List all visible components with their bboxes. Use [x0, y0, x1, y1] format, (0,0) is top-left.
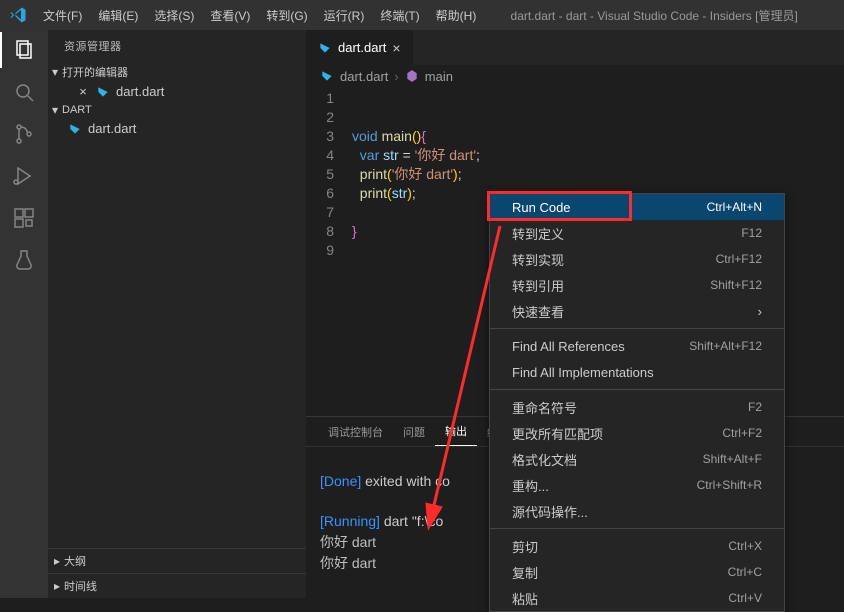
context-menu-shortcut: Ctrl+F12 — [716, 252, 762, 266]
chevron-right-icon — [54, 554, 60, 568]
menu-terminal[interactable]: 终端(T) — [372, 1, 427, 30]
open-editor-item[interactable]: × dart.dart — [48, 82, 306, 101]
sidebar-title: 资源管理器 — [48, 30, 306, 62]
chevron-right-icon: › — [394, 69, 398, 84]
context-menu-shortcut: Ctrl+Alt+N — [707, 200, 762, 214]
context-menu-label: 转到定义 — [512, 224, 564, 243]
context-menu-shortcut: Shift+Alt+F12 — [689, 339, 762, 353]
context-menu-label: 粘贴 — [512, 589, 538, 608]
context-menu-shortcut: F12 — [741, 226, 762, 240]
tab-bar: dart.dart × — [306, 30, 844, 65]
open-editors-section[interactable]: 打开的编辑器 — [48, 62, 306, 82]
vscode-logo-icon — [0, 6, 35, 24]
outline-section[interactable]: 大纲 — [48, 548, 306, 573]
search-icon[interactable] — [12, 80, 36, 104]
context-menu-item[interactable]: 转到定义 F12 — [490, 220, 784, 246]
context-menu-item[interactable]: 更改所有匹配项 Ctrl+F2 — [490, 420, 784, 446]
context-menu-separator — [490, 389, 784, 390]
context-menu: Run Code Ctrl+Alt+N 转到定义 F12 转到实现 Ctrl+F12 转到引… — [489, 193, 785, 612]
context-menu-shortcut: Ctrl+C — [728, 565, 762, 579]
context-menu-shortcut: Ctrl+V — [728, 591, 762, 605]
title-bar: 文件(F) 编辑(E) 选择(S) 查看(V) 转到(G) 运行(R) 终端(T… — [0, 0, 844, 30]
dart-file-icon — [318, 41, 332, 55]
context-menu-label: 转到实现 — [512, 250, 564, 269]
chevron-right-icon: › — [758, 304, 762, 319]
dart-file-icon — [320, 69, 334, 83]
context-menu-label: Find All References — [512, 339, 625, 354]
sidebar: 资源管理器 打开的编辑器 × dart.dart DART dart.dart … — [48, 30, 306, 598]
context-menu-shortcut: F2 — [748, 400, 762, 414]
line-gutter: 1 2 3 4 5 6 7 8 9 — [306, 89, 352, 416]
dart-file-icon — [96, 85, 110, 99]
menu-run[interactable]: 运行(R) — [316, 1, 373, 30]
context-menu-label: 转到引用 — [512, 276, 564, 295]
menu-view[interactable]: 查看(V) — [202, 1, 258, 30]
extensions-icon[interactable] — [12, 206, 36, 230]
context-menu-item[interactable]: 复制 Ctrl+C — [490, 559, 784, 585]
context-menu-item[interactable]: 格式化文档 Shift+Alt+F — [490, 446, 784, 472]
context-menu-item[interactable]: 转到实现 Ctrl+F12 — [490, 246, 784, 272]
close-icon[interactable]: × — [76, 84, 90, 99]
close-tab-icon[interactable]: × — [392, 40, 400, 56]
context-menu-item[interactable]: 粘贴 Ctrl+V — [490, 585, 784, 611]
context-menu-item[interactable]: 转到引用 Shift+F12 — [490, 272, 784, 298]
context-menu-separator — [490, 528, 784, 529]
context-menu-label: 重命名符号 — [512, 398, 577, 417]
context-menu-item[interactable]: Find All Implementations — [490, 359, 784, 385]
menu-bar: 文件(F) 编辑(E) 选择(S) 查看(V) 转到(G) 运行(R) 终端(T… — [35, 1, 484, 30]
context-menu-label: 重构... — [512, 476, 549, 495]
context-menu-label: 剪切 — [512, 537, 538, 556]
panel-tab-output[interactable]: 输出 — [435, 417, 477, 446]
context-menu-item[interactable]: Find All References Shift+Alt+F12 — [490, 333, 784, 359]
source-control-icon[interactable] — [12, 122, 36, 146]
context-menu-item[interactable]: 快速查看 › — [490, 298, 784, 324]
context-menu-item[interactable]: 重构... Ctrl+Shift+R — [490, 472, 784, 498]
context-menu-separator — [490, 328, 784, 329]
run-debug-icon[interactable] — [12, 164, 36, 188]
context-menu-shortcut: Ctrl+Shift+R — [697, 478, 762, 492]
window-title: dart.dart - dart - Visual Studio Code - … — [484, 7, 844, 24]
menu-help[interactable]: 帮助(H) — [428, 1, 485, 30]
chevron-right-icon — [54, 579, 60, 593]
editor-tab[interactable]: dart.dart × — [306, 30, 414, 65]
file-tree-item[interactable]: dart.dart — [48, 119, 306, 138]
breadcrumb[interactable]: dart.dart › main — [306, 65, 844, 87]
context-menu-shortcut: Ctrl+X — [728, 539, 762, 553]
explorer-icon[interactable] — [12, 38, 36, 62]
activity-bar — [0, 30, 48, 598]
context-menu-label: 复制 — [512, 563, 538, 582]
context-menu-item[interactable]: Run Code Ctrl+Alt+N — [490, 194, 784, 220]
panel-tab-problems[interactable]: 问题 — [393, 418, 435, 446]
menu-go[interactable]: 转到(G) — [258, 1, 315, 30]
context-menu-shortcut: Ctrl+F2 — [722, 426, 762, 440]
context-menu-label: 源代码操作... — [512, 502, 588, 521]
dart-file-icon — [68, 122, 82, 136]
menu-edit[interactable]: 编辑(E) — [90, 1, 146, 30]
testing-icon[interactable] — [12, 248, 36, 272]
context-menu-item[interactable]: 剪切 Ctrl+X — [490, 533, 784, 559]
menu-file[interactable]: 文件(F) — [35, 1, 90, 30]
chevron-down-icon — [52, 103, 58, 117]
menu-selection[interactable]: 选择(S) — [146, 1, 202, 30]
context-menu-label: 更改所有匹配项 — [512, 424, 603, 443]
context-menu-item[interactable]: 源代码操作... — [490, 498, 784, 524]
timeline-section[interactable]: 时间线 — [48, 573, 306, 598]
chevron-down-icon — [52, 65, 58, 79]
context-menu-shortcut: Shift+F12 — [710, 278, 762, 292]
context-menu-label: Run Code — [512, 200, 571, 215]
panel-tab-debug-console[interactable]: 调试控制台 — [318, 418, 393, 446]
context-menu-label: 格式化文档 — [512, 450, 577, 469]
context-menu-label: Find All Implementations — [512, 365, 654, 380]
project-section[interactable]: DART — [48, 101, 306, 119]
context-menu-label: 快速查看 — [512, 302, 564, 321]
context-menu-shortcut: Shift+Alt+F — [703, 452, 762, 466]
file-tree: dart.dart — [48, 119, 306, 547]
context-menu-item[interactable]: 重命名符号 F2 — [490, 394, 784, 420]
symbol-method-icon — [405, 69, 419, 83]
